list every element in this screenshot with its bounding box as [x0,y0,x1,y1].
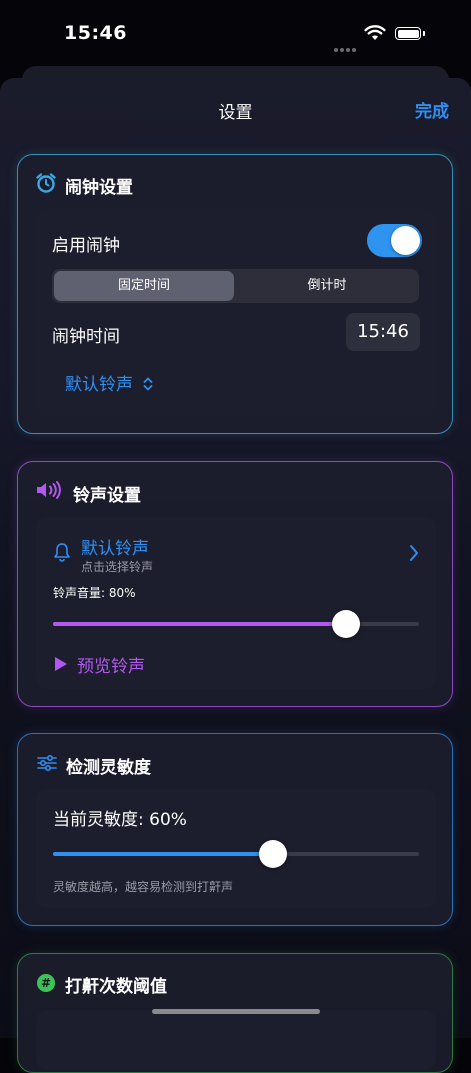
ringtone-settings-card: 铃声设置 默认铃声 点击选择铃声 铃声音量: 80% 预览铃声 [17,461,453,707]
status-bar: 15:46 [0,0,471,70]
done-button[interactable]: 完成 [415,97,449,122]
bell-icon [54,543,70,562]
sliders-icon [37,755,57,771]
ringtone-hint: 点击选择铃声 [81,560,154,574]
sensitivity-slider-fill [53,852,273,856]
enable-alarm-toggle[interactable] [367,224,422,257]
nav-title: 设置 [218,103,253,123]
alarm-sound-picker[interactable]: 默认铃声 [65,370,154,395]
enable-alarm-label: 启用闹钟 [52,236,120,256]
cellular-signal-icon [334,37,358,56]
ringtone-inner-panel: 默认铃声 点击选择铃声 铃声音量: 80% 预览铃声 [36,517,436,689]
toggle-knob [391,226,420,255]
alarm-inner-panel: 启用闹钟 固定时间 倒计时 闹钟时间 15:46 默认铃声 [36,209,436,416]
wifi-icon [364,25,386,40]
battery-tip [423,31,425,36]
volume-label: 铃声音量: 80% [53,586,136,600]
chevron-up-down-icon [144,377,153,391]
volume-slider-knob[interactable] [332,610,360,638]
alarm-time-picker[interactable]: 15:46 [346,313,420,351]
play-icon [55,657,67,671]
sensitivity-hint: 灵敏度越高，越容易检测到打鼾声 [53,880,234,894]
battery-icon [395,27,421,40]
alarm-sound-label: 默认铃声 [65,375,133,395]
alarm-settings-card: 闹钟设置 启用闹钟 固定时间 倒计时 闹钟时间 15:46 默认铃声 [17,154,453,434]
chevron-right-icon [410,545,418,561]
number-sign-icon: # [37,974,55,992]
ringtone-name: 默认铃声 [81,539,149,559]
current-sensitivity: 当前灵敏度: 60% [53,810,187,830]
sensitivity-slider[interactable] [53,839,419,869]
alarm-clock-icon [36,173,56,193]
speaker-icon [37,481,61,499]
ringtone-card-title: 铃声设置 [73,486,141,506]
sensitivity-card: 检测灵敏度 当前灵敏度: 60% 灵敏度越高，越容易检测到打鼾声 [17,733,453,926]
home-indicator [152,1009,320,1014]
threshold-inner-panel [36,1010,436,1070]
volume-slider-fill [53,622,346,626]
preview-ringtone-label: 预览铃声 [77,657,145,677]
segment-countdown[interactable]: 倒计时 [237,271,417,301]
ringtone-selector-row[interactable]: 默认铃声 点击选择铃声 [36,517,436,583]
threshold-card-title: 打鼾次数阈值 [65,977,167,997]
settings-sheet: 设置 完成 闹钟设置 启用闹钟 固定时间 倒计时 闹钟时间 15:46 默认铃声 [0,78,471,1073]
volume-slider[interactable] [53,609,419,639]
sensitivity-inner-panel: 当前灵敏度: 60% 灵敏度越高，越容易检测到打鼾声 [36,789,436,908]
sensitivity-card-title: 检测灵敏度 [66,758,151,778]
segment-fixed-time[interactable]: 固定时间 [54,271,234,301]
alarm-card-title: 闹钟设置 [65,178,133,198]
status-time: 15:46 [64,22,127,44]
sensitivity-slider-knob[interactable] [259,840,287,868]
alarm-time-label: 闹钟时间 [52,327,120,347]
alarm-mode-segmented-control: 固定时间 倒计时 [52,269,419,303]
